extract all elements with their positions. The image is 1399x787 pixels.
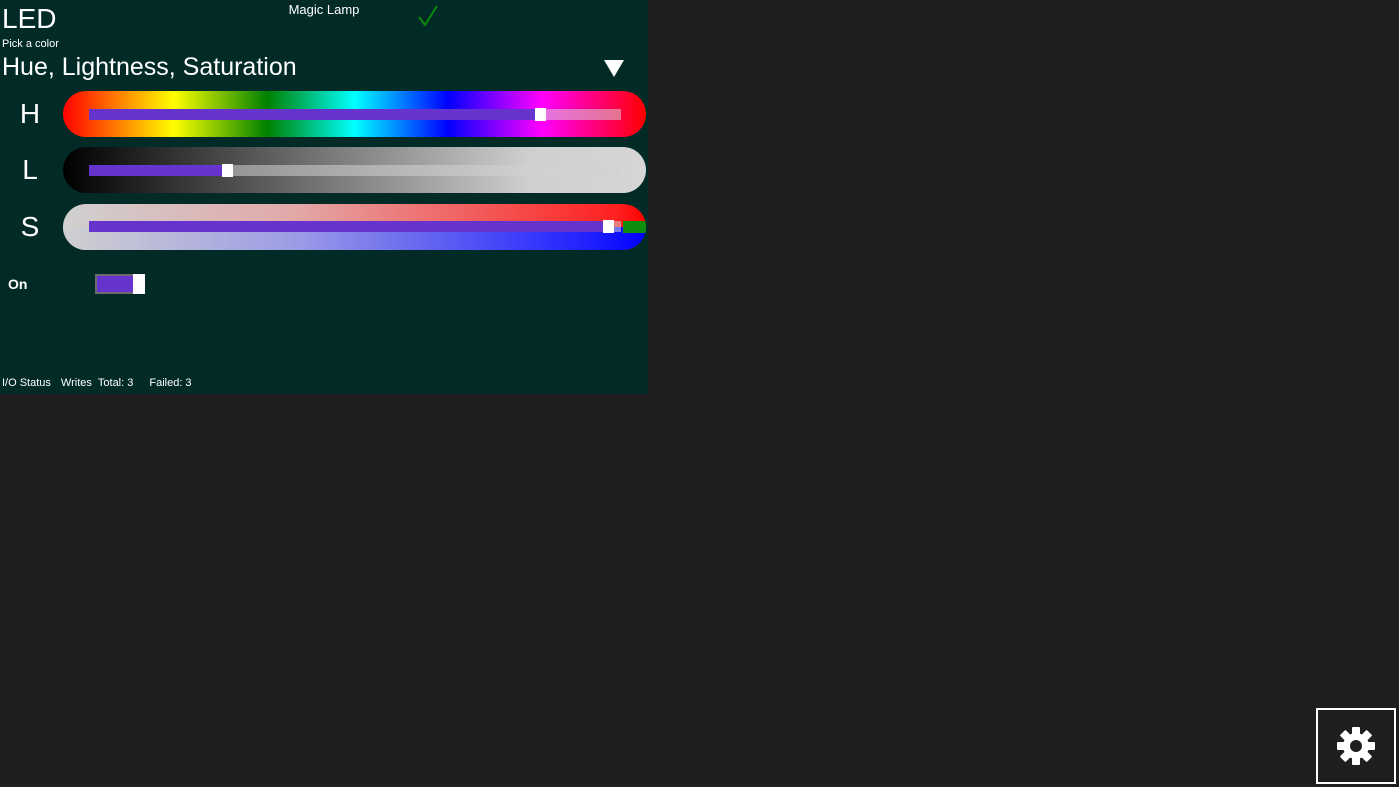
io-status-bar: I/O Status Writes Total: 3 Failed: 3 — [2, 377, 202, 389]
writes-total: Total: 3 — [97, 377, 134, 389]
device-name: LED — [2, 3, 57, 34]
settings-button[interactable] — [1316, 708, 1396, 784]
lightness-slider-rest — [233, 165, 621, 176]
power-toggle-thumb — [133, 274, 145, 294]
dropdown-triangle-icon — [604, 60, 624, 77]
power-toggle[interactable] — [95, 274, 146, 294]
saturation-gradient-tip — [623, 221, 646, 233]
lightness-slider-thumb[interactable] — [222, 164, 233, 177]
color-mode-value: Hue, Lightness, Saturation — [2, 53, 297, 81]
lightness-slider-fill — [89, 165, 222, 176]
pick-color-label: Pick a color — [2, 38, 59, 50]
gear-icon — [1337, 727, 1375, 765]
lightness-slider[interactable] — [89, 164, 621, 177]
hue-label: H — [19, 98, 41, 129]
hue-slider-rest — [546, 109, 621, 120]
io-status-label: I/O Status — [2, 377, 51, 389]
check-icon — [418, 5, 438, 27]
power-toggle-track — [95, 274, 137, 294]
saturation-slider-fill — [89, 221, 603, 232]
saturation-label: S — [20, 211, 40, 242]
writes-label: Writes — [60, 377, 92, 389]
saturation-slider-rest — [614, 221, 621, 232]
hue-slider-thumb[interactable] — [535, 108, 546, 121]
saturation-slider-thumb[interactable] — [603, 220, 614, 233]
app-title: Magic Lamp — [288, 2, 360, 17]
lightness-label: L — [22, 154, 38, 185]
writes-failed: Failed: 3 — [149, 377, 192, 389]
hue-slider[interactable] — [89, 108, 621, 121]
color-mode-dropdown[interactable]: Hue, Lightness, Saturation — [0, 51, 640, 85]
hue-slider-fill — [89, 109, 535, 120]
power-label: On — [8, 276, 28, 292]
color-panel: Magic Lamp LED Pick a color Hue, Lightne… — [0, 0, 648, 394]
saturation-slider[interactable] — [89, 220, 621, 233]
